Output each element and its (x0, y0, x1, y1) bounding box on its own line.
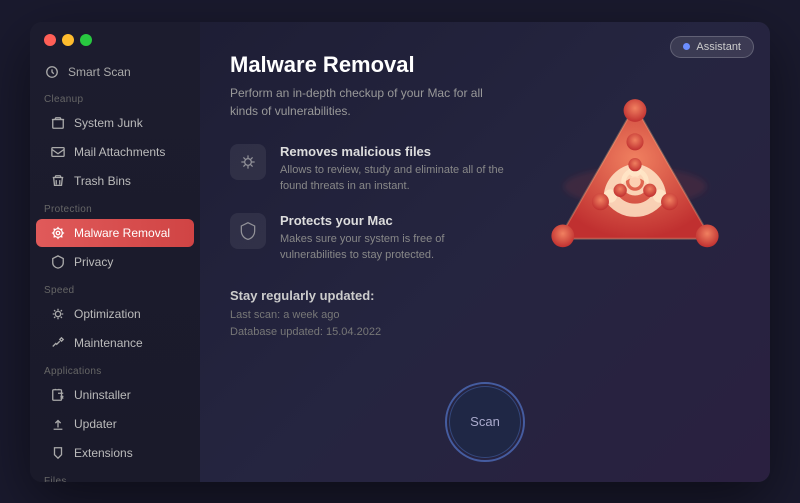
feature-removes-text: Removes malicious files Allows to review… (280, 144, 510, 195)
stay-updated-title: Stay regularly updated: (230, 288, 740, 303)
privacy-label: Privacy (74, 255, 113, 269)
biohazard-illustration (540, 82, 740, 282)
section-label-files: Files (30, 468, 200, 482)
db-updated-text: Database updated: 15.04.2022 (230, 324, 740, 342)
page-title: Malware Removal (230, 52, 740, 78)
protects-mac-icon-wrap (230, 213, 266, 249)
stay-updated-section: Stay regularly updated: Last scan: a wee… (230, 288, 740, 342)
scan-button-wrap: Scan (445, 382, 525, 462)
window-controls (30, 34, 200, 58)
trash-bins-label: Trash Bins (74, 174, 131, 188)
sidebar-item-uninstaller[interactable]: Uninstaller (36, 381, 194, 409)
maintenance-label: Maintenance (74, 336, 143, 350)
sidebar-item-smart-scan[interactable]: Smart Scan (30, 58, 200, 86)
sidebar-item-malware-removal[interactable]: Malware Removal (36, 219, 194, 247)
sidebar: Smart Scan Cleanup System Junk (30, 22, 200, 482)
smart-scan-icon (44, 64, 60, 80)
assistant-label: Assistant (696, 41, 741, 53)
app-window: Smart Scan Cleanup System Junk (30, 22, 770, 482)
removes-malicious-icon-wrap (230, 144, 266, 180)
section-label-speed: Speed (30, 277, 200, 299)
sidebar-section-protection: Protection Malware Removal Priv (30, 196, 200, 277)
feature-protects-title: Protects your Mac (280, 213, 510, 228)
sidebar-item-optimization[interactable]: Optimization (36, 300, 194, 328)
uninstaller-label: Uninstaller (74, 388, 131, 402)
smart-scan-label: Smart Scan (68, 65, 131, 79)
mail-attachments-label: Mail Attachments (74, 145, 165, 159)
page-subtitle: Perform an in-depth checkup of your Mac … (230, 84, 490, 120)
assistant-dot (683, 43, 690, 50)
sidebar-item-trash-bins[interactable]: Trash Bins (36, 167, 194, 195)
malware-icon (50, 225, 66, 241)
section-label-protection: Protection (30, 196, 200, 218)
maximize-button[interactable] (80, 34, 92, 46)
updater-label: Updater (74, 417, 117, 431)
bug-icon (238, 152, 258, 172)
malware-removal-label: Malware Removal (74, 226, 170, 240)
system-junk-icon (50, 115, 66, 131)
sidebar-section-applications: Applications Uninstaller (30, 358, 200, 468)
section-label-applications: Applications (30, 358, 200, 380)
shield-icon (238, 221, 258, 241)
sidebar-section-speed: Speed Optimization Maintenance (30, 277, 200, 358)
section-label-cleanup: Cleanup (30, 86, 200, 108)
scan-button[interactable]: Scan (445, 382, 525, 462)
main-content: Assistant Malware Removal Perform an in-… (200, 22, 770, 482)
optimization-icon (50, 306, 66, 322)
sidebar-item-extensions[interactable]: Extensions (36, 439, 194, 467)
optimization-label: Optimization (74, 307, 141, 321)
uninstaller-icon (50, 387, 66, 403)
privacy-icon (50, 254, 66, 270)
mail-icon (50, 144, 66, 160)
trash-icon (50, 173, 66, 189)
sidebar-section-files: Files Space Lens Large & Old Fi (30, 468, 200, 482)
maintenance-icon (50, 335, 66, 351)
close-button[interactable] (44, 34, 56, 46)
minimize-button[interactable] (62, 34, 74, 46)
updater-icon (50, 416, 66, 432)
sidebar-item-updater[interactable]: Updater (36, 410, 194, 438)
sidebar-item-maintenance[interactable]: Maintenance (36, 329, 194, 357)
last-scan-text: Last scan: a week ago (230, 307, 740, 325)
biohazard-svg (540, 82, 730, 272)
feature-removes-desc: Allows to review, study and eliminate al… (280, 162, 510, 195)
extensions-icon (50, 445, 66, 461)
sidebar-item-privacy[interactable]: Privacy (36, 248, 194, 276)
feature-protects-desc: Makes sure your system is free of vulner… (280, 231, 510, 264)
feature-removes-title: Removes malicious files (280, 144, 510, 159)
sidebar-item-system-junk[interactable]: System Junk (36, 109, 194, 137)
sidebar-item-mail-attachments[interactable]: Mail Attachments (36, 138, 194, 166)
sidebar-section-cleanup: Cleanup System Junk Mail Attach (30, 86, 200, 196)
assistant-button[interactable]: Assistant (670, 36, 754, 58)
extensions-label: Extensions (74, 446, 133, 460)
system-junk-label: System Junk (74, 116, 143, 130)
feature-protects-text: Protects your Mac Makes sure your system… (280, 213, 510, 264)
scan-button-label: Scan (470, 414, 500, 429)
